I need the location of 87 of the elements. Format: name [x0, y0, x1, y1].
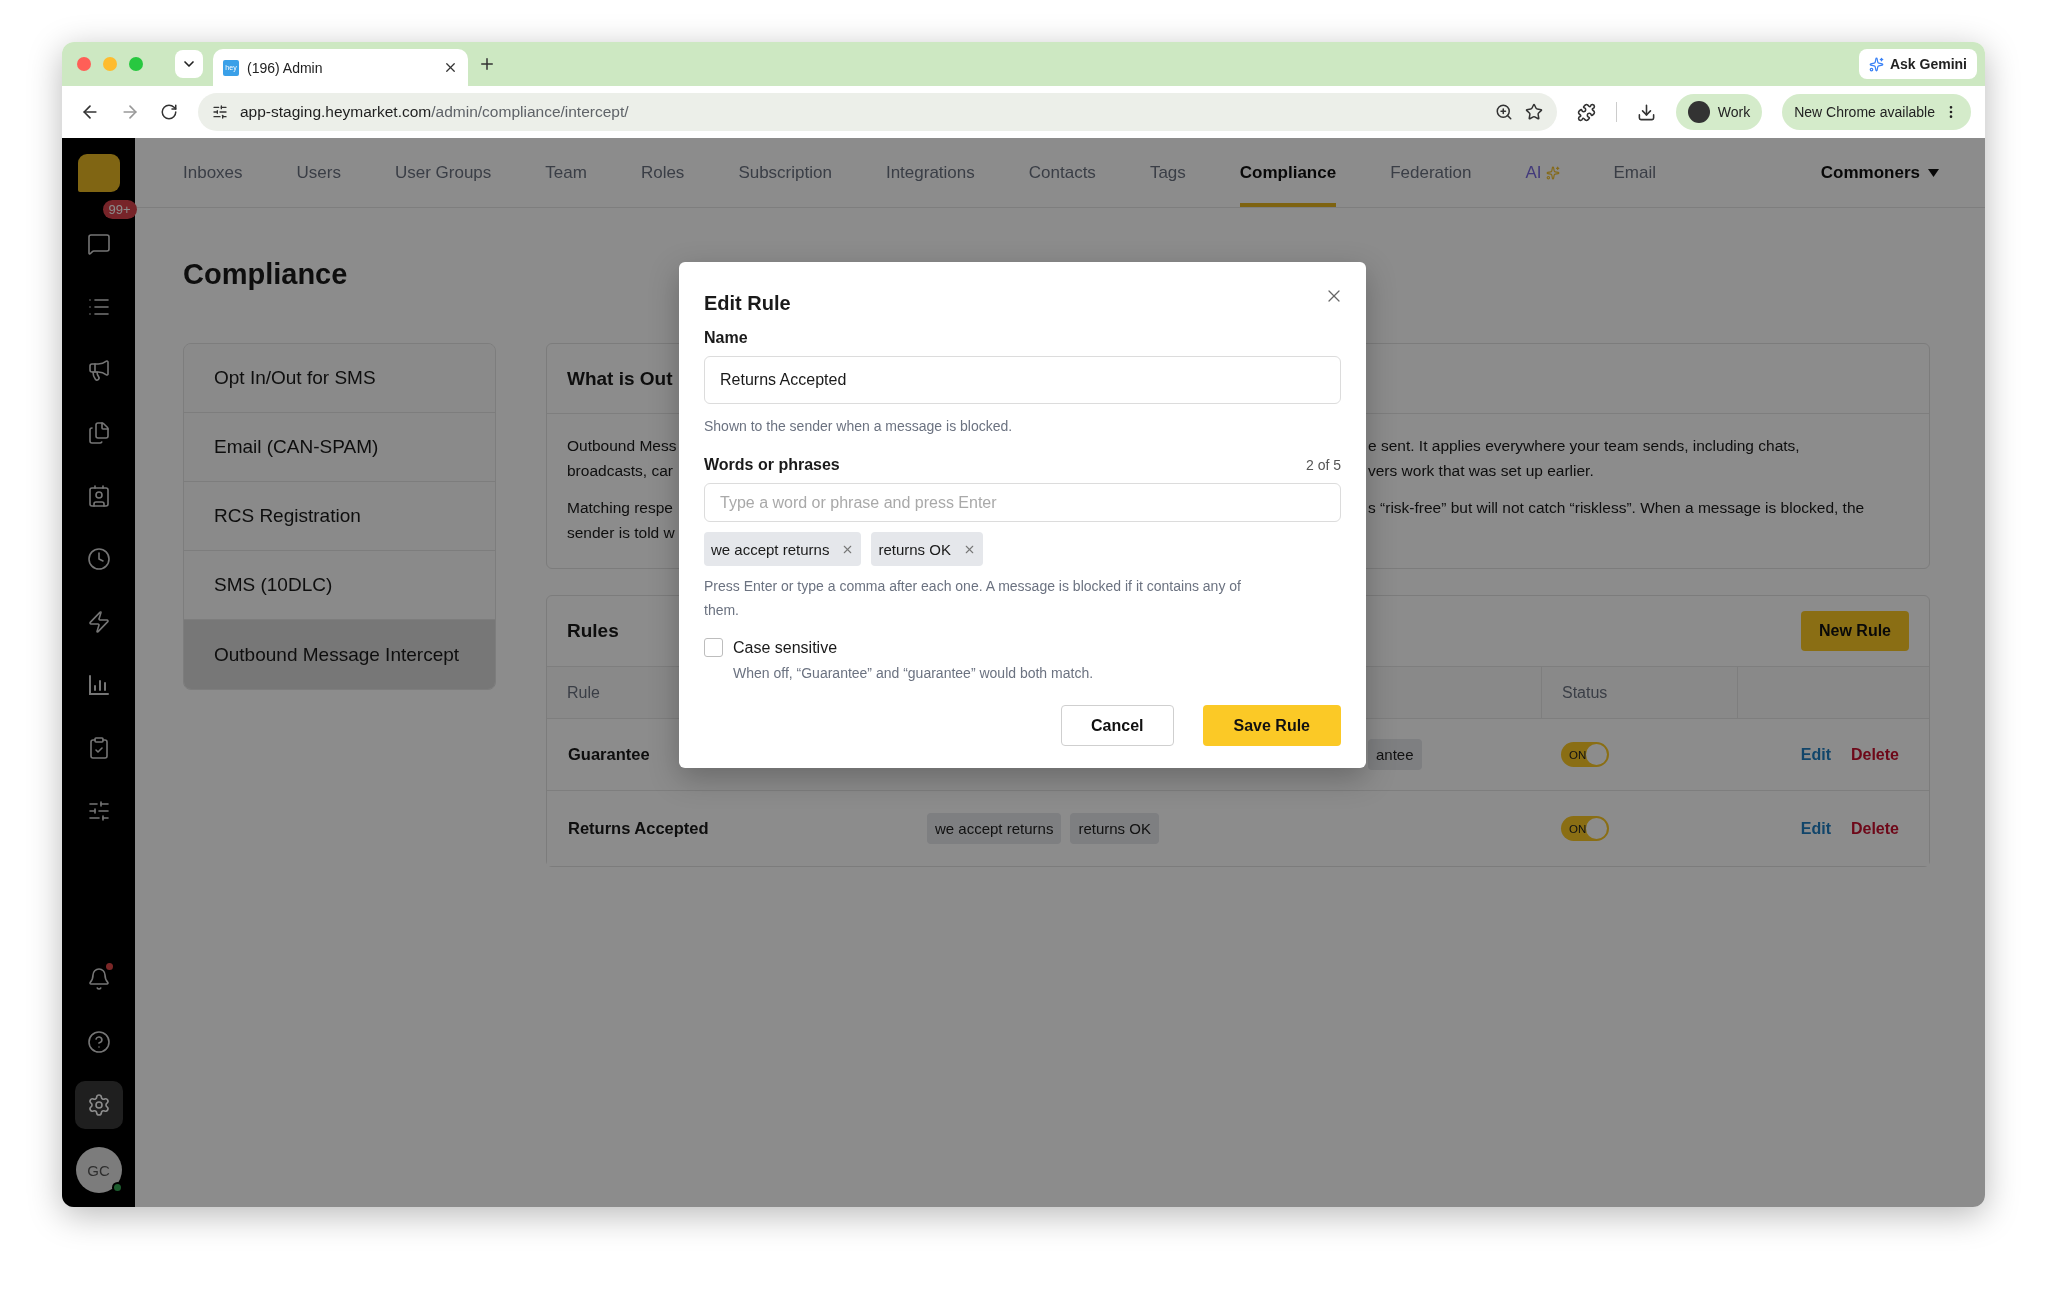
lightning-icon — [86, 610, 111, 634]
address-bar[interactable]: app-staging.heymarket.com/admin/compliance/intercept/ — [198, 93, 1557, 131]
checkbox-label: Case sensitive — [733, 638, 838, 657]
column-header: Rule — [567, 683, 600, 702]
nav-tab[interactable]: AI — [1525, 138, 1560, 207]
edit-link[interactable]: Edit — [1800, 745, 1831, 764]
window-close-button[interactable] — [77, 57, 91, 71]
column-header: Status — [1562, 683, 1608, 702]
update-chrome-button[interactable]: New Chrome available — [1782, 94, 1971, 130]
paragraph-line: vers work that was set up earlier. — [1368, 460, 1595, 481]
documents-icon — [86, 421, 111, 445]
field-label: Name — [704, 329, 748, 347]
help-icon — [86, 1030, 111, 1054]
phrase-chip: we accept returns — [704, 532, 862, 566]
extensions-icon[interactable] — [1576, 102, 1596, 122]
download-icon[interactable] — [1636, 102, 1656, 122]
bar-chart-icon — [86, 673, 111, 697]
caret-icon — [1928, 168, 1939, 177]
profile-avatar — [1687, 101, 1710, 123]
nav-tab[interactable]: Tags — [1149, 138, 1186, 207]
account-menu[interactable]: Commoners — [1814, 138, 1945, 207]
sliders-icon — [86, 799, 111, 823]
dialog-title: Edit Rule — [704, 292, 791, 315]
help-text: When off, “Guarantee” and “guarantee” would both match. — [733, 664, 1095, 683]
case-sensitive-checkbox[interactable] — [704, 638, 723, 657]
card-title: Rules — [567, 619, 619, 642]
help-text: Shown to the sender when a message is blocked. — [704, 417, 1014, 436]
tab-list-button[interactable] — [175, 50, 203, 78]
cancel-button[interactable]: Cancel — [1061, 705, 1174, 746]
save-rule-button[interactable]: Save Rule — [1202, 705, 1341, 746]
field-label: Words or phrases — [704, 456, 840, 474]
nav-tab[interactable]: Roles — [640, 138, 685, 207]
nav-tab[interactable]: Compliance — [1239, 138, 1337, 207]
paragraph-line: broadcasts, car — [567, 460, 674, 481]
new-tab-icon[interactable] — [478, 55, 496, 73]
nav-tab[interactable]: Users — [296, 138, 341, 207]
menu-item[interactable]: Outbound Message Intercept — [184, 620, 495, 689]
help-text: Press Enter or type a comma after each one. A message is blocked if it contains any of them. — [704, 577, 1242, 620]
bell-icon — [86, 967, 111, 991]
settings-icon — [86, 1093, 111, 1117]
settings-button[interactable] — [74, 1081, 123, 1129]
nav-tab[interactable]: User Groups — [394, 138, 492, 207]
contact-card-icon — [86, 484, 111, 508]
nav-tab[interactable]: Email — [1613, 138, 1656, 207]
phrase-count: 2 of 5 — [1305, 457, 1341, 473]
nav-tab[interactable]: Integrations — [885, 138, 975, 207]
close-icon[interactable] — [443, 60, 458, 75]
card-title: What is Out — [567, 367, 673, 390]
paragraph-line: Matching respe — [567, 498, 674, 518]
sparkle-icon — [1868, 56, 1884, 72]
reload-icon[interactable] — [160, 103, 178, 121]
delete-link[interactable]: Delete — [1850, 819, 1899, 838]
paragraph-line: sender is told w — [567, 522, 676, 543]
nav-tab[interactable]: Team — [545, 138, 587, 207]
zoom-icon[interactable] — [1494, 103, 1513, 121]
megaphone-icon — [86, 358, 111, 382]
user-avatar[interactable]: GC — [75, 1147, 122, 1193]
phrase-input-field[interactable]: Type a word or phrase and press Enter — [704, 483, 1341, 522]
nav-tab[interactable]: Subscription — [738, 138, 832, 207]
ask-gemini-button[interactable]: Ask Gemini — [1858, 49, 1977, 79]
status-toggle[interactable]: ON — [1561, 816, 1609, 841]
paragraph-line: s “risk-free” but will not catch “riskless”. When a message is blocked, the — [1368, 498, 1866, 518]
delete-link[interactable]: Delete — [1850, 745, 1899, 764]
nav-tab[interactable]: Contacts — [1028, 138, 1096, 207]
rule-name: Guarantee — [568, 745, 650, 764]
paragraph-line: Outbound Mess — [567, 436, 678, 456]
name-field[interactable]: Returns Accepted — [704, 356, 1341, 404]
page-title: Compliance — [183, 258, 349, 291]
status-toggle[interactable]: ON — [1561, 742, 1609, 767]
phrase-chip: returns OK — [871, 532, 983, 566]
paragraph-line: e sent. It applies everywhere your team sends, including chats, — [1368, 436, 1801, 456]
phrase-tag: returns OK — [1070, 813, 1159, 844]
profile-button[interactable]: Work — [1675, 94, 1763, 130]
nav-tab[interactable]: Federation — [1390, 138, 1472, 207]
phrase-tag: we accept returns — [927, 813, 1062, 844]
edit-link[interactable]: Edit — [1800, 819, 1831, 838]
new-rule-button[interactable]: New Rule — [1801, 610, 1909, 651]
phrase-tag: antee — [1368, 739, 1422, 770]
rule-name: Returns Accepted — [568, 819, 709, 838]
site-settings-icon[interactable] — [212, 104, 228, 120]
chat-icon — [86, 232, 111, 256]
clock-icon — [86, 547, 111, 571]
sparkle-icon — [1545, 165, 1560, 180]
nav-tab[interactable]: Inboxes — [183, 138, 243, 207]
unread-count-badge: 99+ — [102, 200, 137, 219]
bookmark-star-icon[interactable] — [1524, 103, 1543, 121]
app-logo[interactable] — [77, 154, 120, 192]
